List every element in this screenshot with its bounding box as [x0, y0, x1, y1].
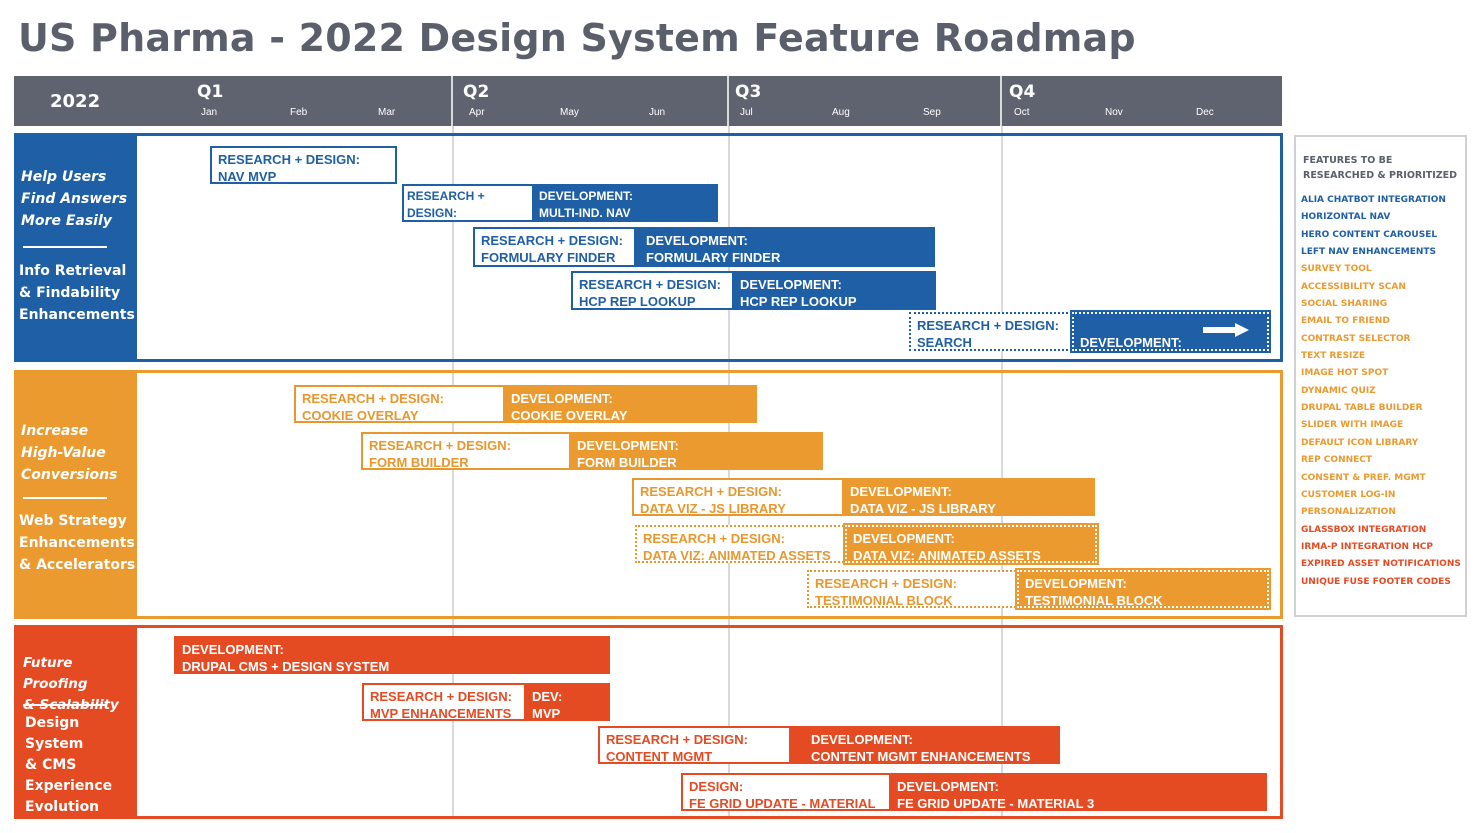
- quarter-label-q3: Q3: [735, 82, 762, 102]
- lane-divider: [23, 704, 107, 706]
- roadmap-bar[interactable]: DEVELOPMENT: DATA VIZ - JS LIBRARY: [842, 478, 1095, 516]
- roadmap-bar[interactable]: DESIGN: FE GRID UPDATE - MATERIAL 3: [681, 773, 891, 811]
- month-label: Mar: [378, 107, 396, 118]
- month-label: Dec: [1196, 107, 1214, 118]
- lane-theme: Design System & CMS Experience Evolution: [25, 715, 113, 815]
- lane-theme: Web Strategy Enhancements & Accelerators: [19, 513, 136, 573]
- lane-goal: Increase High-Value Conversions: [21, 423, 118, 483]
- roadmap-bar[interactable]: DEVELOPMENT: DRUPAL CMS + DESIGN SYSTEM: [174, 636, 610, 674]
- header-divider: [727, 76, 729, 126]
- month-label: Sep: [923, 107, 941, 118]
- feature-item[interactable]: PERSONALIZATION: [1301, 504, 1461, 521]
- roadmap-bar[interactable]: DEVELOPMENT: HCP REP LOOKUP: [732, 271, 936, 310]
- feature-list: ALIA CHATBOT INTEGRATION HORIZONTAL NAV …: [1301, 192, 1461, 591]
- swimlane-future-proofing: Future Proofing & Scalability Design Sys…: [14, 625, 1283, 819]
- features-panel: FEATURES TO BE RESEARCHED & PRIORITIZED …: [1294, 135, 1467, 617]
- month-label: Jan: [201, 107, 218, 118]
- roadmap-bar[interactable]: RESEARCH + DESIGN: MULTI-IND. NAV: [402, 184, 534, 222]
- feature-item[interactable]: TEXT RESIZE: [1301, 348, 1461, 365]
- feature-item[interactable]: IRMA-P INTEGRATION HCP: [1301, 539, 1461, 556]
- roadmap-bar[interactable]: RESEARCH + DESIGN: TESTIMONIAL BLOCK: [807, 570, 1019, 608]
- roadmap-bar[interactable]: DEVELOPMENT: COOKIE OVERLAY: [503, 385, 757, 423]
- lane-goal: Help Users Find Answers More Easily: [21, 169, 128, 229]
- feature-item[interactable]: ACCESSIBILITY SCAN: [1301, 279, 1461, 296]
- feature-item[interactable]: UNIQUE FUSE FOOTER CODES: [1301, 574, 1461, 591]
- feature-item[interactable]: LEFT NAV ENHANCEMENTS: [1301, 244, 1461, 261]
- feature-item[interactable]: DEFAULT ICON LIBRARY: [1301, 435, 1461, 452]
- quarter-label-q4: Q4: [1009, 82, 1036, 102]
- roadmap-bar[interactable]: DEVELOPMENT: TESTIMONIAL BLOCK: [1015, 568, 1271, 610]
- month-label: Oct: [1014, 107, 1030, 118]
- feature-item[interactable]: DRUPAL TABLE BUILDER: [1301, 400, 1461, 417]
- lane-label: Increase High-Value Conversions Web Stra…: [17, 373, 137, 616]
- feature-item[interactable]: EMAIL TO FRIEND: [1301, 313, 1461, 330]
- feature-item[interactable]: CUSTOMER LOG-IN: [1301, 487, 1461, 504]
- roadmap-bar[interactable]: DEV: MVP: [524, 683, 610, 721]
- lane-goal: Future Proofing & Scalability: [23, 655, 119, 713]
- lane-label: Help Users Find Answers More Easily Info…: [17, 136, 137, 359]
- header-divider: [451, 76, 453, 126]
- feature-item[interactable]: IMAGE HOT SPOT: [1301, 365, 1461, 382]
- feature-item[interactable]: SURVEY TOOL: [1301, 261, 1461, 278]
- feature-item[interactable]: SOCIAL SHARING: [1301, 296, 1461, 313]
- roadmap-bar[interactable]: DEVELOPMENT: SEARCH: [1070, 310, 1271, 353]
- lane-label: Future Proofing & Scalability Design Sys…: [17, 628, 137, 816]
- features-panel-title: FEATURES TO BE RESEARCHED & PRIORITIZED: [1303, 155, 1458, 181]
- month-label: Feb: [290, 107, 308, 118]
- feature-item[interactable]: CONSENT & PREF. MGMT: [1301, 470, 1461, 487]
- swimlane-findability: Help Users Find Answers More Easily Info…: [14, 133, 1283, 362]
- feature-item[interactable]: EXPIRED ASSET NOTIFICATIONS: [1301, 556, 1461, 573]
- roadmap-bar[interactable]: DEVELOPMENT: CONTENT MGMT ENHANCEMENTS: [789, 726, 1060, 764]
- roadmap-bar[interactable]: RESEARCH + DESIGN: HCP REP LOOKUP: [571, 271, 734, 310]
- feature-item[interactable]: HORIZONTAL NAV: [1301, 209, 1461, 226]
- roadmap-bar[interactable]: RESEARCH + DESIGN: CONTENT MGMT ENHANCE.: [598, 726, 791, 764]
- roadmap-bar[interactable]: RESEARCH + DESIGN: COOKIE OVERLAY: [294, 385, 505, 423]
- feature-item[interactable]: HERO CONTENT CAROUSEL: [1301, 227, 1461, 244]
- month-label: Aug: [832, 107, 850, 118]
- roadmap-bar[interactable]: DEVELOPMENT: FORM BUILDER: [569, 432, 823, 470]
- roadmap-bar[interactable]: RESEARCH + DESIGN: FORM BUILDER: [361, 432, 571, 470]
- timeline-header: 2022 Q1 Q2 Q3 Q4 Jan Feb Mar Apr May Jun…: [14, 76, 1282, 126]
- lane-divider: [23, 246, 107, 248]
- roadmap-bar[interactable]: RESEARCH + DESIGN: MVP ENHANCEMENTS: [362, 683, 526, 721]
- swimlane-conversions: Increase High-Value Conversions Web Stra…: [14, 370, 1283, 619]
- roadmap-bar[interactable]: RESEARCH + DESIGN: DATA VIZ: ANIMATED AS…: [635, 525, 847, 563]
- arrow-right-icon: [1203, 323, 1249, 337]
- month-label: May: [560, 107, 579, 118]
- lane-divider: [23, 497, 107, 499]
- feature-item[interactable]: ALIA CHATBOT INTEGRATION: [1301, 192, 1461, 209]
- roadmap-bar[interactable]: DEVELOPMENT: DATA VIZ: ANIMATED ASSETS: [843, 523, 1099, 565]
- feature-item[interactable]: CONTRAST SELECTOR: [1301, 331, 1461, 348]
- feature-item[interactable]: DYNAMIC QUIZ: [1301, 383, 1461, 400]
- roadmap-bar[interactable]: RESEARCH + DESIGN: DATA VIZ - JS LIBRARY: [632, 478, 844, 516]
- lane-theme: Info Retrieval & Findability Enhancement…: [19, 263, 135, 323]
- bar-text: DEVELOPMENT: SEARCH: [1080, 335, 1182, 350]
- feature-item[interactable]: SLIDER WITH IMAGE: [1301, 417, 1461, 434]
- quarter-label-q1: Q1: [197, 82, 224, 102]
- month-label: Apr: [469, 107, 485, 118]
- roadmap-bar[interactable]: RESEARCH + DESIGN: FORMULARY FINDER: [473, 227, 636, 267]
- roadmap-bar[interactable]: RESEARCH + DESIGN: SEARCH: [909, 312, 1072, 351]
- quarter-label-q2: Q2: [463, 82, 490, 102]
- month-label: Nov: [1105, 107, 1123, 118]
- header-divider: [1000, 76, 1002, 126]
- roadmap-bar[interactable]: RESEARCH + DESIGN: NAV MVP: [210, 146, 397, 184]
- page-title: US Pharma - 2022 Design System Feature R…: [18, 16, 1136, 60]
- feature-item[interactable]: GLASSBOX INTEGRATION: [1301, 522, 1461, 539]
- roadmap-bar[interactable]: DEVELOPMENT: FORMULARY FINDER: [634, 227, 935, 267]
- roadmap-bar[interactable]: DEVELOPMENT: MULTI-IND. NAV: [532, 184, 718, 222]
- month-label: Jun: [649, 107, 666, 118]
- month-label: Jul: [740, 107, 753, 118]
- year-label: 2022: [50, 91, 101, 112]
- roadmap-bar[interactable]: DEVELOPMENT: FE GRID UPDATE - MATERIAL 3: [889, 773, 1267, 811]
- feature-item[interactable]: REP CONNECT: [1301, 452, 1461, 469]
